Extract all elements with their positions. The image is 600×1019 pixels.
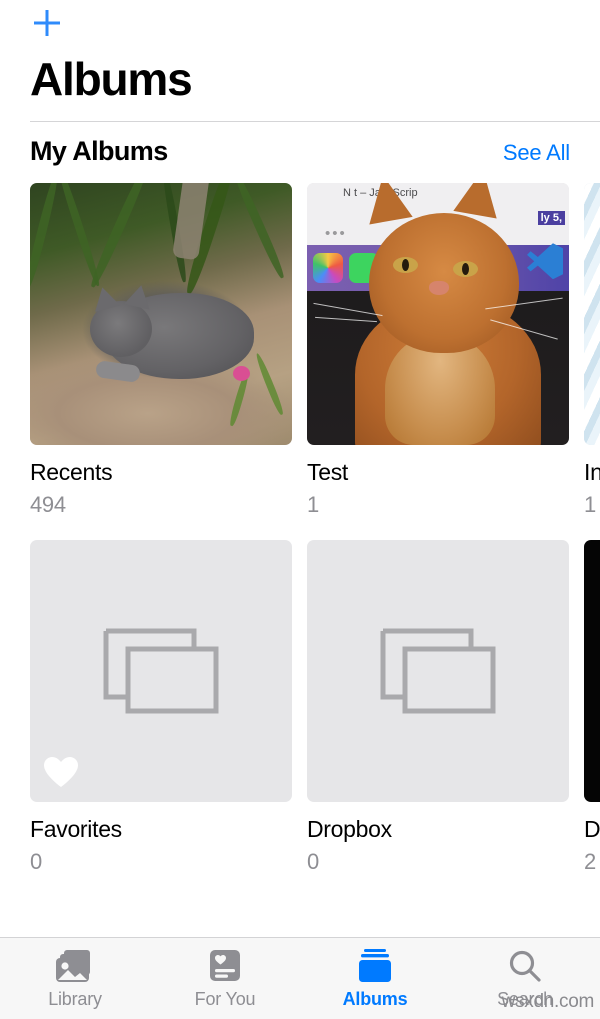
- tab-albums[interactable]: Albums: [300, 938, 450, 1019]
- album-name: Dropbox: [307, 816, 392, 843]
- album-thumbnail-favorites[interactable]: [30, 540, 292, 803]
- album-count: 1: [584, 492, 596, 518]
- album-name: D: [584, 816, 600, 843]
- magnifier-icon: [508, 949, 542, 983]
- album-count: 1: [307, 492, 319, 518]
- album-count: 0: [30, 849, 42, 875]
- album-name: Test: [307, 459, 348, 486]
- album-count: 0: [307, 849, 319, 875]
- see-all-button[interactable]: See All: [503, 140, 570, 166]
- dock-photos-icon: [313, 253, 343, 284]
- photo-black: [584, 540, 600, 803]
- site-watermark: wsxdn.com: [501, 991, 595, 1012]
- album-cell-clipped-row1[interactable]: In 1: [584, 183, 600, 518]
- nav-bar: [0, 0, 600, 55]
- plus-icon: [34, 10, 60, 36]
- page-title-wrap: Albums: [0, 53, 600, 105]
- monitor-dots: •••: [325, 225, 347, 243]
- my-albums-header: My Albums See All: [0, 122, 600, 167]
- album-row-1: Recents 494 N t – JavaScrip ••• ly 5, Te…: [0, 183, 600, 518]
- album-count: 494: [30, 492, 66, 518]
- photo-orange-tabby-monitor: N t – JavaScrip ••• ly 5,: [307, 183, 569, 446]
- album-count: 2: [584, 849, 596, 875]
- album-thumbnail-recents[interactable]: [30, 183, 292, 446]
- monitor-date-chip: ly 5,: [537, 211, 565, 226]
- photo-blue-pattern: [584, 183, 600, 446]
- section-title: My Albums: [30, 136, 168, 167]
- album-cell-dropbox[interactable]: Dropbox 0: [307, 540, 569, 875]
- album-thumbnail-clipped-row1[interactable]: [584, 183, 600, 446]
- stacked-photos-icon: [380, 628, 496, 714]
- tab-for-you[interactable]: For You: [150, 938, 300, 1019]
- album-cell-test[interactable]: N t – JavaScrip ••• ly 5, Test 1: [307, 183, 569, 518]
- album-name: In: [584, 459, 600, 486]
- tab-label: Albums: [342, 989, 408, 1009]
- heart-card-icon: [208, 949, 242, 983]
- album-cell-favorites[interactable]: Favorites 0: [30, 540, 292, 875]
- album-cell-recents[interactable]: Recents 494: [30, 183, 292, 518]
- tab-library[interactable]: Library: [0, 938, 150, 1019]
- album-name: Recents: [30, 459, 113, 486]
- album-row-2: Favorites 0 Dropbox 0 D 2: [0, 540, 600, 875]
- album-thumbnail-test[interactable]: N t – JavaScrip ••• ly 5,: [307, 183, 569, 446]
- heart-icon: [44, 757, 78, 788]
- album-cell-clipped-row2[interactable]: D 2: [584, 540, 600, 875]
- page-title: Albums: [30, 53, 193, 105]
- album-name: Favorites: [30, 816, 122, 843]
- photo-stack-icon: [56, 949, 94, 983]
- album-thumbnail-dropbox[interactable]: [307, 540, 569, 803]
- photo-gray-cat-garden: [30, 183, 292, 446]
- album-thumbnail-clipped-row2[interactable]: [584, 540, 600, 803]
- albums-icon: [356, 949, 394, 983]
- stacked-photos-icon: [103, 628, 219, 714]
- tab-label: For You: [194, 989, 256, 1009]
- tab-label: Library: [48, 989, 102, 1009]
- add-album-button[interactable]: [30, 6, 64, 40]
